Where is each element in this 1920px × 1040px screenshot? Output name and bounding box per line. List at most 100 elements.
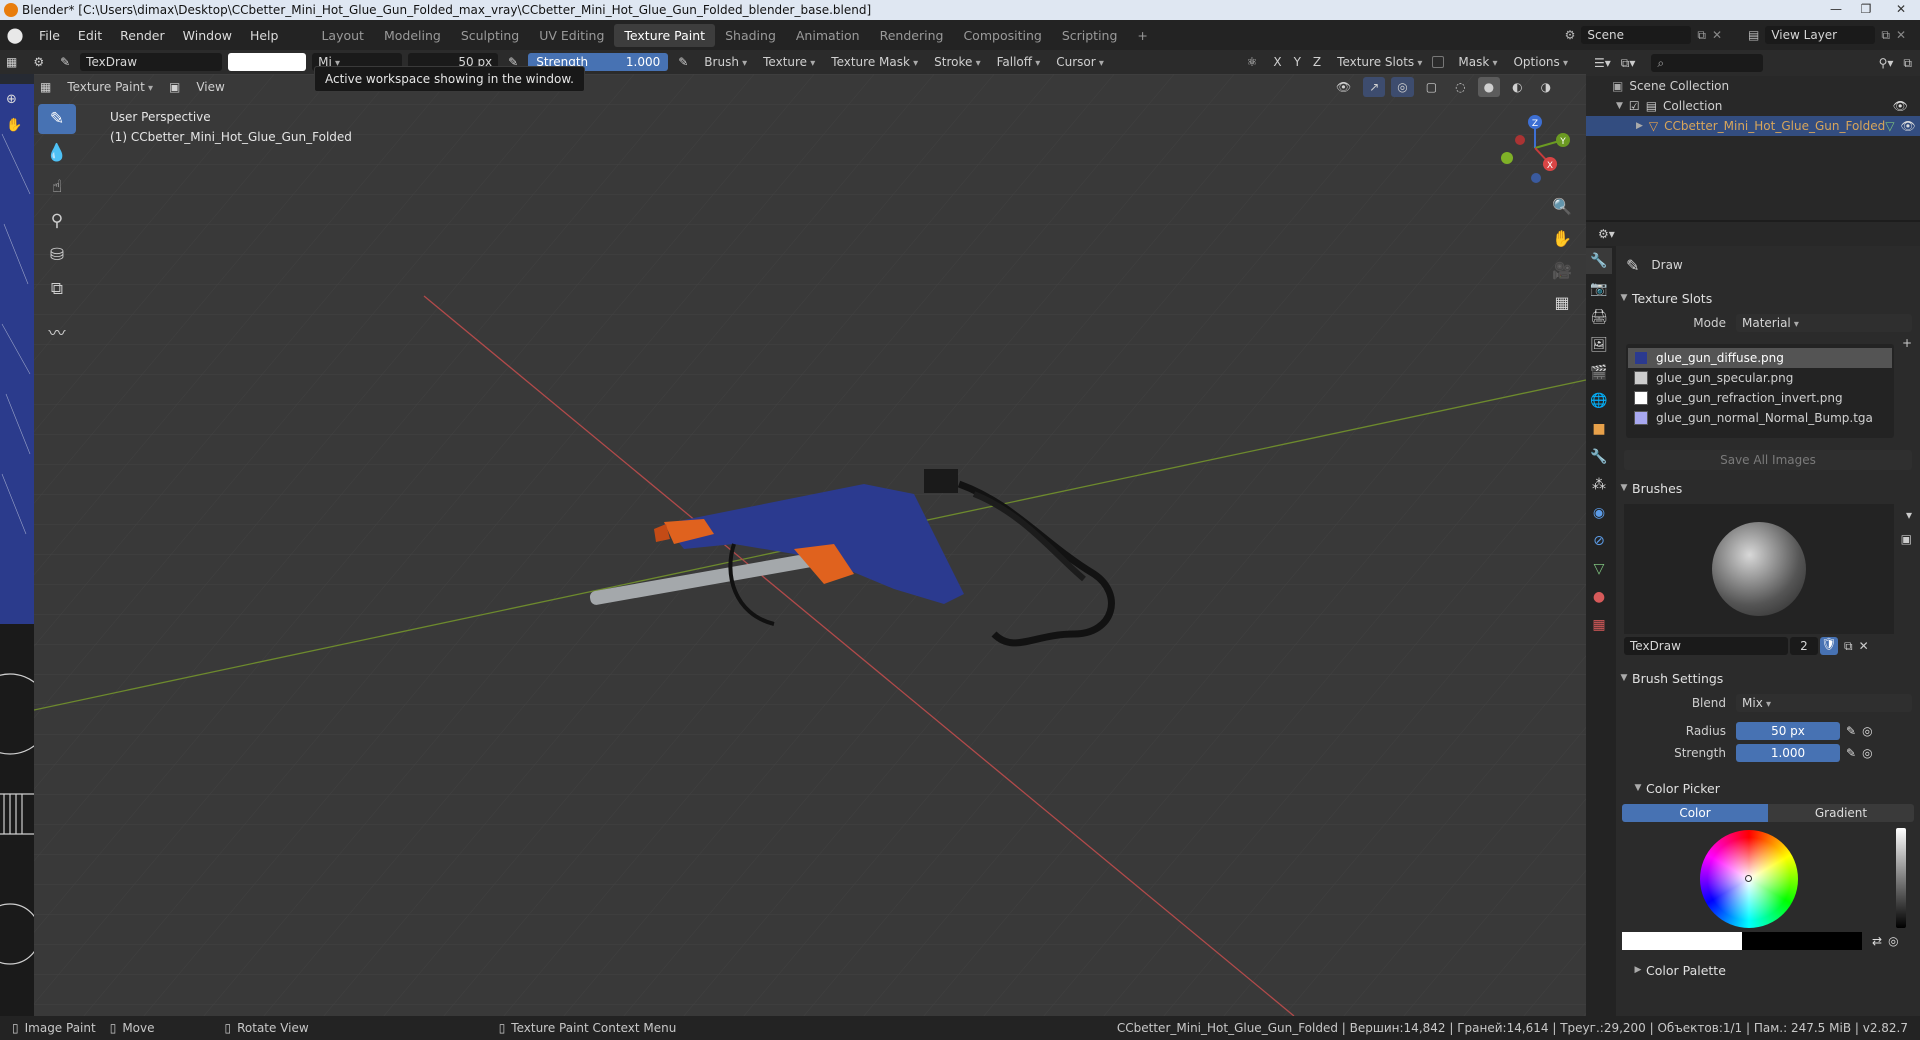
zoom-icon[interactable]: 🔍 [1548,192,1576,220]
collection-visibility-icon[interactable]: 👁 [1893,99,1908,113]
texture-mask-menu[interactable]: Texture Mask [825,52,924,72]
brushes-header[interactable]: ▼ Brushes [1616,476,1920,500]
tab-shading[interactable]: Shading [715,24,786,47]
brush-preview[interactable] [1624,504,1894,634]
view-layer-selector[interactable]: View Layer [1765,26,1876,44]
swap-colors-icon[interactable]: ⇄ [1872,934,1882,948]
tool-settings-icon[interactable]: ⚙ [27,52,50,72]
tab-texture-icon[interactable]: ▦ [1586,612,1612,638]
blender-menu-icon[interactable]: ⬤ [0,26,30,44]
mask-checkbox[interactable] [1432,56,1445,68]
color-picker-header[interactable]: ▼ Color Picker [1616,776,1920,800]
brush-name-field[interactable]: TexDraw [80,53,223,71]
radius-pressure-toggle-icon[interactable]: ✎ [1846,724,1856,738]
new-collection-icon[interactable]: ⧉ [1903,56,1912,71]
clone-tool-icon[interactable]: ⚲ [38,206,76,236]
blend-dropdown[interactable]: Mix [1736,694,1912,712]
view-layer-icon[interactable]: ▤ [1748,28,1759,42]
brush-settings-header[interactable]: ▼ Brush Settings [1616,666,1920,690]
brush-icon[interactable]: ✎ [54,52,76,72]
mirror-z-toggle[interactable]: Z [1307,52,1327,72]
fill-tool-icon[interactable]: ⛁ [38,240,76,270]
new-view-layer-icon[interactable]: ⧉ [1881,28,1890,43]
mask-tool-icon[interactable]: ⧉ [38,274,76,304]
color-unit-icon[interactable]: ◎ [1888,934,1898,948]
brush-users-count[interactable]: 2 [1790,637,1818,655]
menu-help[interactable]: Help [241,28,288,43]
primary-color-swatch[interactable] [1622,932,1742,950]
gradient-tab[interactable]: Gradient [1768,804,1914,822]
stroke-menu[interactable]: Stroke [928,52,986,72]
minimize-button[interactable]: — [1822,0,1850,20]
soften-tool-icon[interactable]: 💧 [38,138,76,168]
delete-view-layer-icon[interactable]: ✕ [1896,28,1906,42]
outliner-filter-icon[interactable]: ⚲▾ [1879,56,1894,70]
outliner-scene-collection[interactable]: ▣ Scene Collection [1586,76,1920,96]
tab-view-layer-icon[interactable]: 🖼 [1586,332,1612,358]
maximize-button[interactable]: ❐ [1852,0,1880,20]
shading-rendered-icon[interactable]: ◑ [1535,77,1557,97]
radius-unit-icon[interactable]: ◎ [1862,724,1872,738]
texture-menu[interactable]: Texture [757,52,821,72]
gizmo-toggle-icon[interactable]: ↗ [1363,77,1386,97]
brush-expand-icon[interactable]: ▾ [1906,508,1912,522]
outliner-object-row[interactable]: ▶ ▽ CCbetter_Mini_Hot_Glue_Gun_Folded ▽ … [1586,116,1920,136]
shading-wireframe-icon[interactable]: ◌ [1449,77,1471,97]
tab-modeling[interactable]: Modeling [374,24,451,47]
outliner-search-input[interactable]: ⌕ [1651,54,1764,72]
strength-prop-slider[interactable]: 1.000 [1736,744,1840,762]
cursor-menu[interactable]: Cursor [1050,52,1110,72]
tab-constraints-icon[interactable]: ⊘ [1586,528,1612,554]
symmetry-icon[interactable]: ⚛ [1241,52,1264,72]
options-menu[interactable]: Options [1507,52,1574,72]
strength-pressure-icon[interactable]: ✎ [672,52,694,72]
tab-uv-editing[interactable]: UV Editing [529,24,614,47]
scene-icon[interactable]: ⚙ [1565,28,1576,42]
tab-particles-icon[interactable]: ⁂ [1586,472,1612,498]
texture-slots-menu[interactable]: Texture Slots [1331,52,1428,72]
brush-menu[interactable]: Brush [698,52,753,72]
texture-slot-refraction[interactable]: glue_gun_refraction_invert.png [1628,388,1892,408]
overlay-toggle-icon[interactable]: ◎ [1391,77,1414,97]
mask-menu[interactable]: Mask [1452,52,1503,72]
properties-editor-type-icon[interactable]: ⚙▾ [1598,227,1615,241]
unlink-brush-icon[interactable]: ✕ [1859,639,1869,653]
radius-slider[interactable]: 50 px [1736,722,1840,740]
mirror-y-toggle[interactable]: Y [1288,52,1307,72]
close-button[interactable]: ✕ [1882,0,1920,20]
fake-user-icon[interactable]: 🛡 [1820,637,1838,655]
texture-slot-diffuse[interactable]: glue_gun_diffuse.png [1628,348,1892,368]
tab-render-icon[interactable]: 📷 [1586,276,1612,302]
tab-compositing[interactable]: Compositing [953,24,1051,47]
duplicate-brush-icon[interactable]: ⧉ [1844,639,1853,654]
object-expand-icon[interactable]: ▶ [1636,121,1643,131]
tab-physics-icon[interactable]: ◉ [1586,500,1612,526]
mirror-x-toggle[interactable]: X [1267,52,1287,72]
save-all-images-button[interactable]: Save All Images [1624,450,1912,470]
object-visibility-icon[interactable]: 👁 [1900,119,1915,133]
tab-object-icon[interactable]: ■ [1586,416,1612,442]
secondary-color-swatch[interactable] [1742,932,1862,950]
color-palette-header[interactable]: ▶ Color Palette [1616,958,1920,982]
brush-name-input[interactable]: TexDraw [1624,637,1788,655]
brush-color-swatch[interactable] [228,53,307,71]
annotate-tool-icon[interactable]: 〰 [38,316,76,346]
tab-layout[interactable]: Layout [311,24,374,47]
menu-render[interactable]: Render [111,28,174,43]
shading-solid-icon[interactable]: ● [1477,77,1501,97]
texture-slot-specular[interactable]: glue_gun_specular.png [1628,368,1892,388]
scene-selector[interactable]: Scene [1581,26,1692,44]
outliner-display-mode-icon[interactable]: ⧉▾ [1621,56,1636,71]
strength-pressure-toggle-icon[interactable]: ✎ [1846,746,1856,760]
tab-data-icon[interactable]: ▽ [1586,556,1612,582]
mask-mode-icon[interactable]: ▣ [163,77,186,97]
tab-world-icon[interactable]: 🌐 [1586,388,1612,414]
menu-edit[interactable]: Edit [69,28,111,43]
strength-unit-icon[interactable]: ◎ [1862,746,1872,760]
add-workspace-button[interactable]: + [1127,24,1157,47]
strip-hand-icon[interactable]: ✋ [6,118,22,133]
texture-slot-normal[interactable]: glue_gun_normal_Normal_Bump.tga [1628,408,1892,428]
menu-file[interactable]: File [30,28,69,43]
view-menu[interactable]: View [190,77,230,97]
outliner-editor-type-icon[interactable]: ☰▾ [1594,56,1611,70]
